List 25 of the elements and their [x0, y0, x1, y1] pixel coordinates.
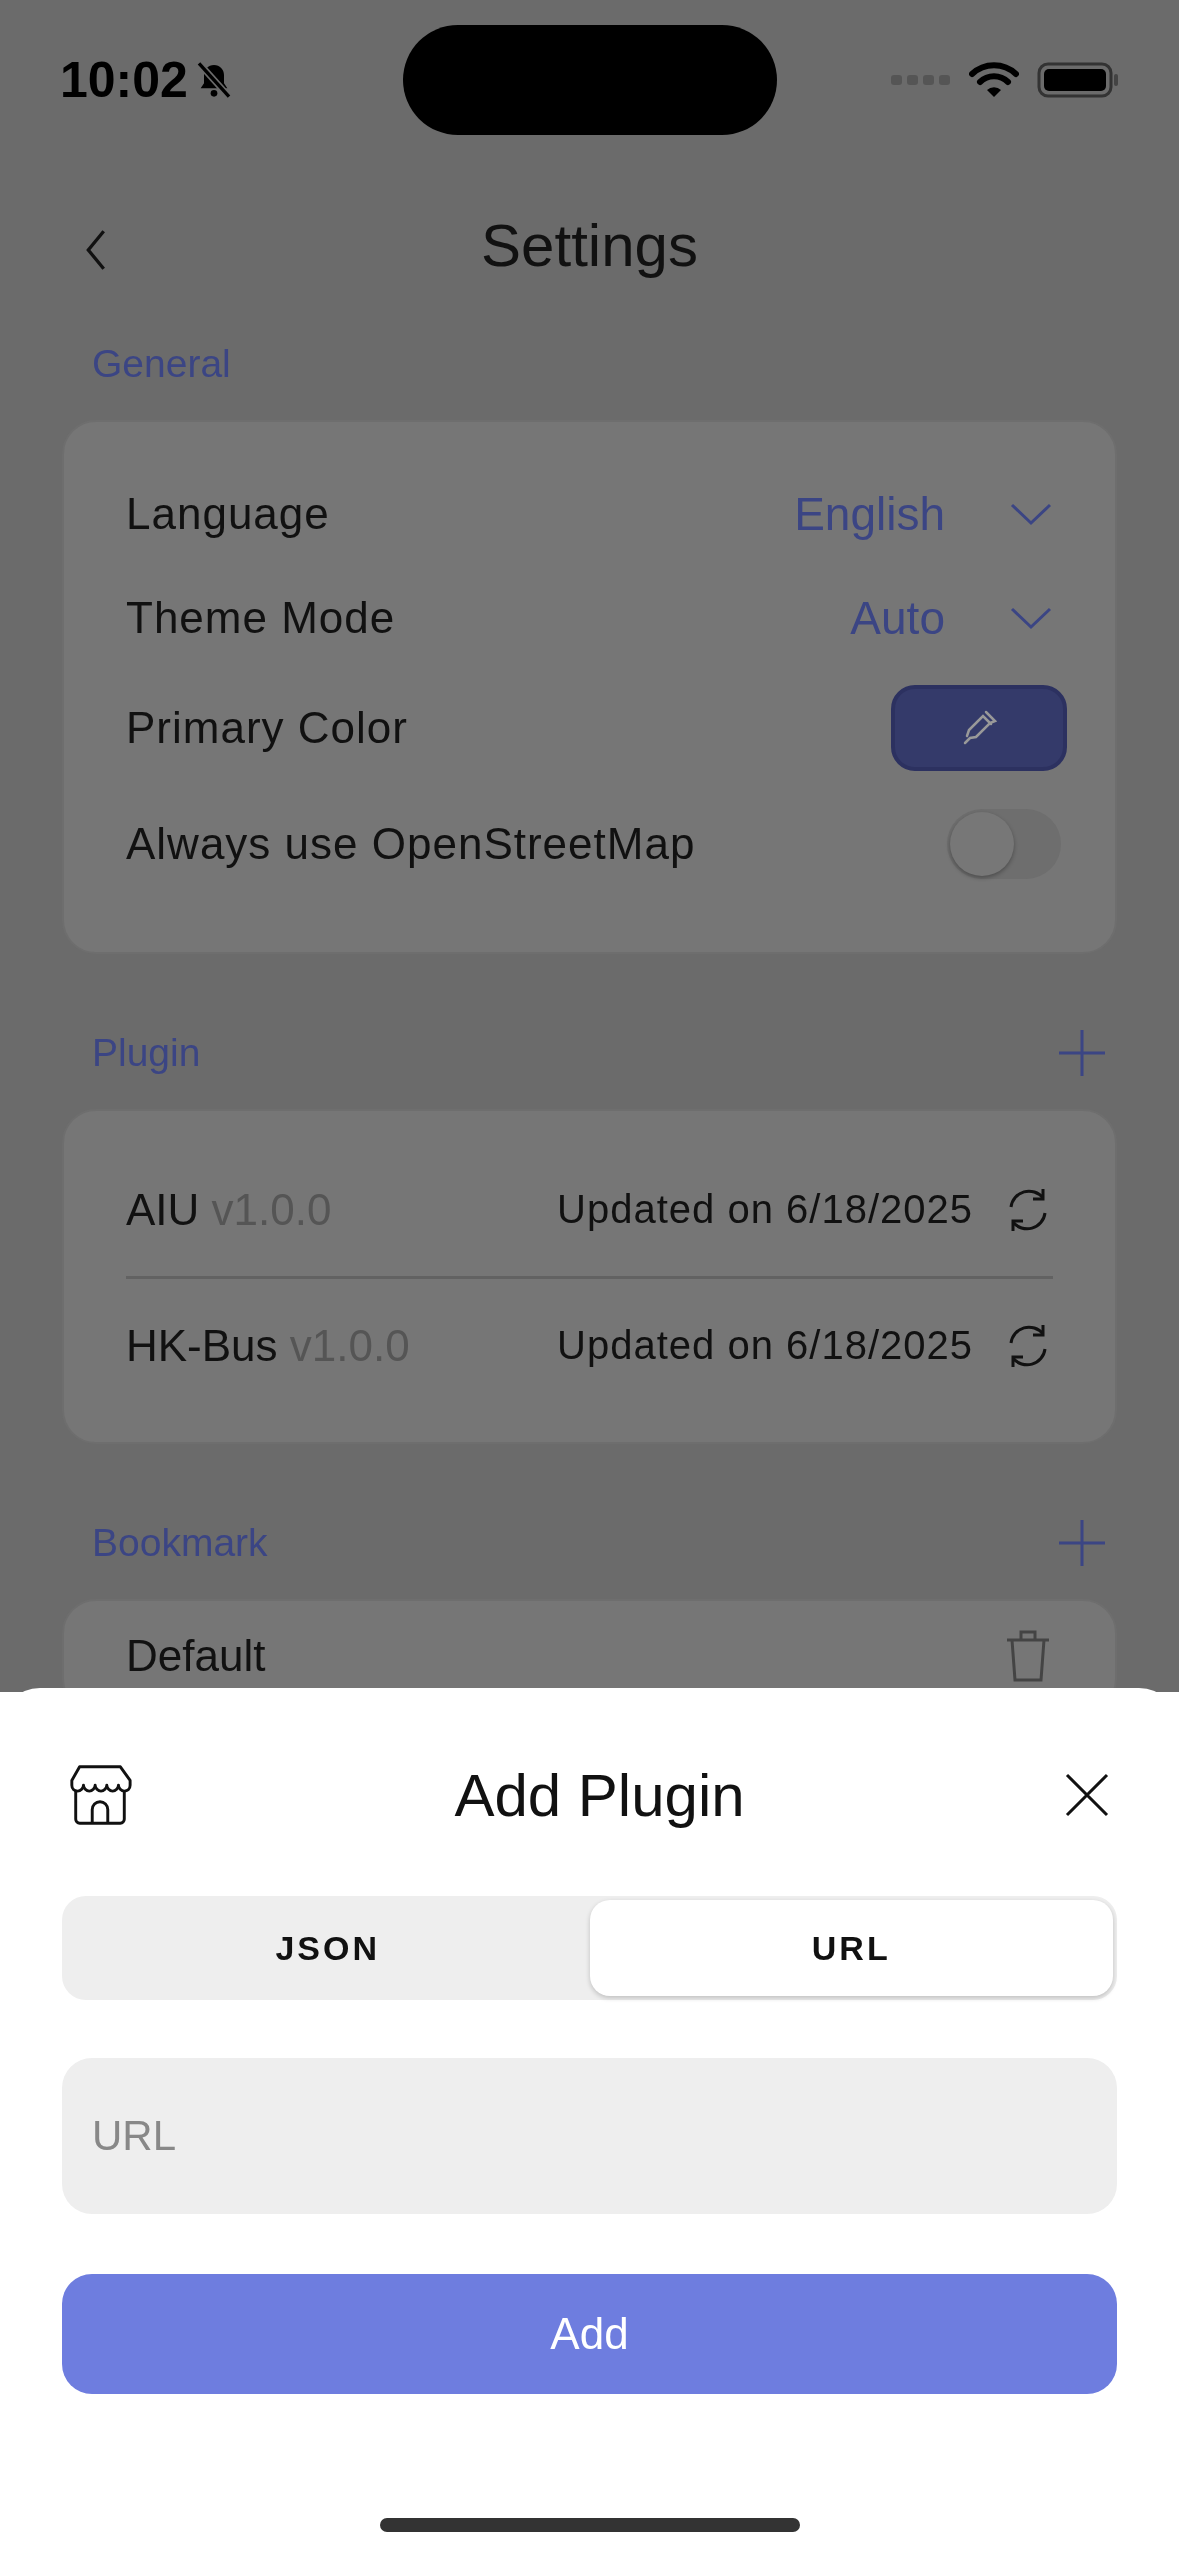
close-icon[interactable]	[1065, 1773, 1109, 1817]
segment-tab[interactable]: URL	[589, 1900, 1113, 1996]
add-button[interactable]: Add	[62, 2274, 1117, 2394]
add-icon[interactable]	[1057, 1028, 1107, 1078]
dropdown[interactable]: English	[794, 487, 1053, 541]
setting-label: Always use OpenStreetMap	[126, 819, 696, 869]
battery-icon	[1037, 62, 1119, 98]
sheet-title: Add Plugin	[454, 1760, 745, 1830]
bookmark-name: Default	[126, 1631, 266, 1681]
updated-date: Updated on 6/18/2025	[557, 1323, 973, 1368]
add-icon[interactable]	[1057, 1518, 1107, 1568]
setting-label: Theme Mode	[126, 593, 396, 643]
chevron-down-icon	[1009, 502, 1053, 526]
back-button[interactable]	[84, 228, 108, 272]
wifi-icon	[969, 61, 1019, 99]
url-input-field[interactable]: URL	[62, 2058, 1117, 2214]
color-picker-button[interactable]	[891, 685, 1067, 771]
chevron-down-icon	[1009, 606, 1053, 630]
dropdown[interactable]: Auto	[850, 591, 1053, 645]
setting-label: Primary Color	[126, 703, 408, 753]
status-time: 10:02	[60, 51, 188, 109]
segment-tab[interactable]: JSON	[66, 1900, 590, 1996]
setting-label: Language	[126, 489, 330, 539]
page-title: Settings	[481, 210, 698, 280]
updated-date: Updated on 6/18/2025	[557, 1187, 973, 1232]
